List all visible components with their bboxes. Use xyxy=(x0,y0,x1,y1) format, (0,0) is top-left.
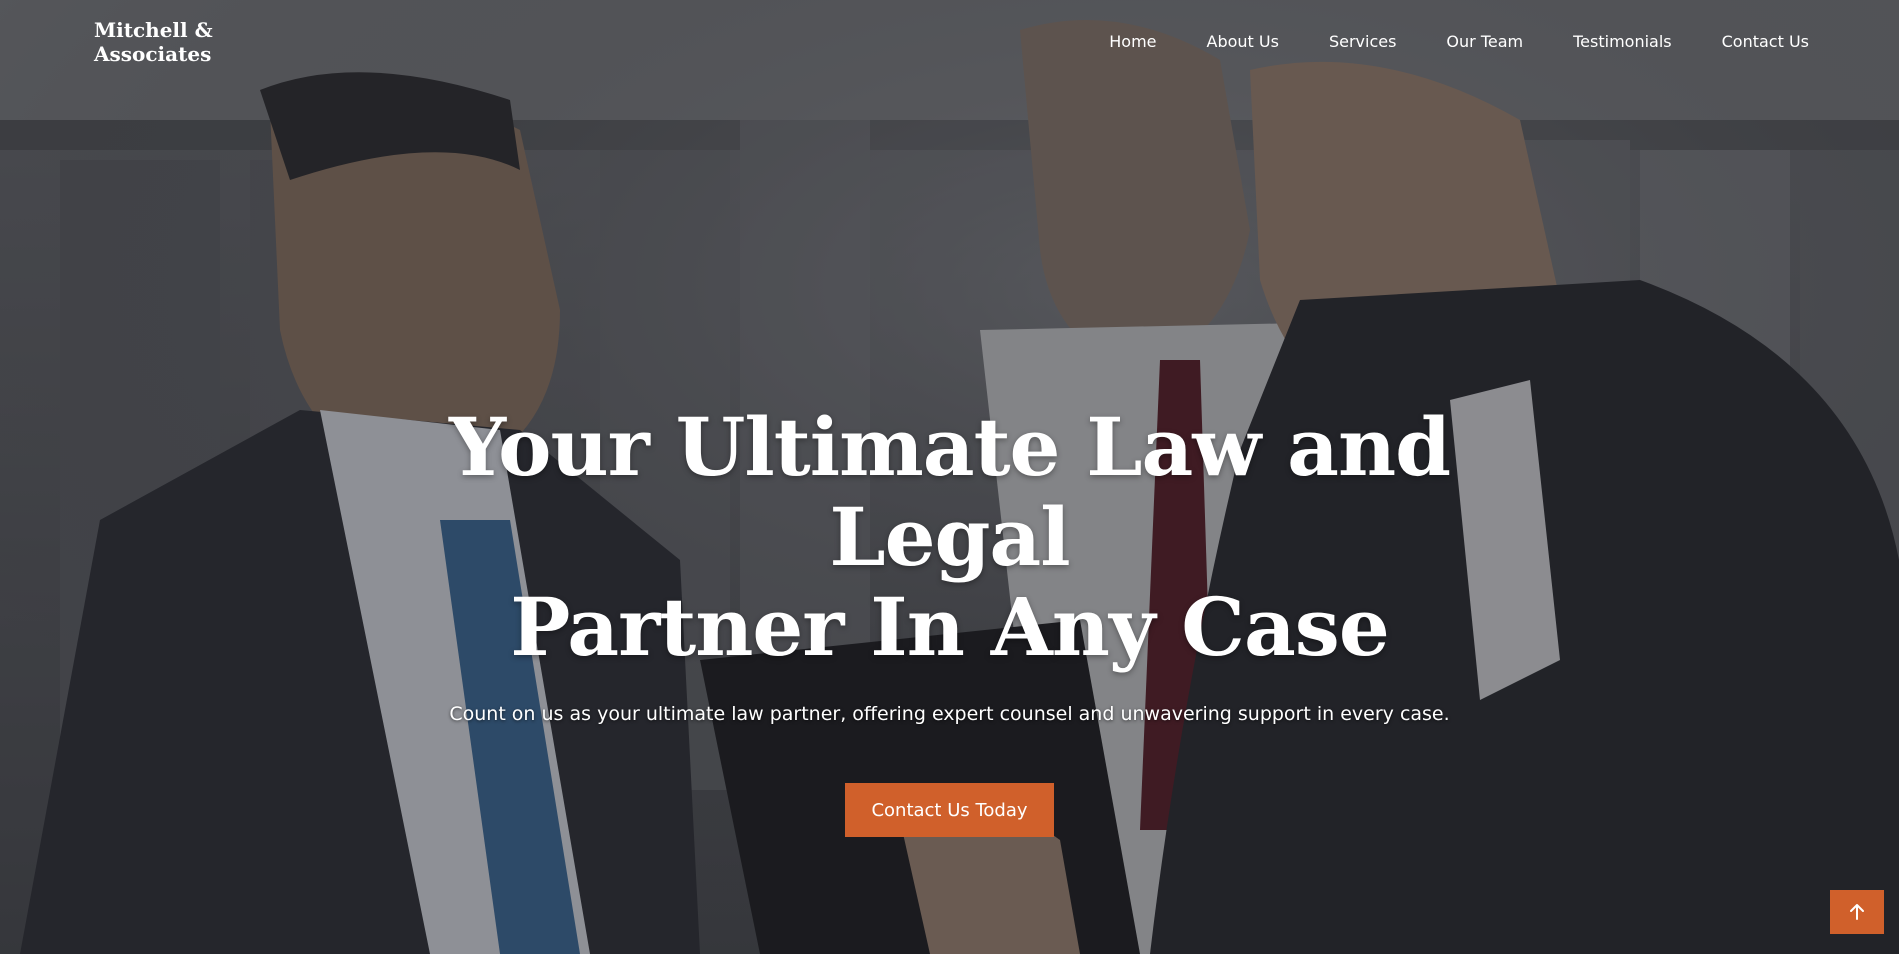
nav-item-services[interactable]: Services xyxy=(1329,30,1396,54)
contact-us-today-button[interactable]: Contact Us Today xyxy=(845,783,1054,837)
site-logo[interactable]: Mitchell & Associates xyxy=(94,18,234,66)
site-header: Mitchell & Associates Home About Us Serv… xyxy=(0,0,1899,85)
nav-item-testimonials[interactable]: Testimonials xyxy=(1573,30,1672,54)
nav-item-our-team[interactable]: Our Team xyxy=(1446,30,1523,54)
hero-subtitle: Count on us as your ultimate law partner… xyxy=(449,703,1450,725)
hero-headline-line2: Partner In Any Case xyxy=(510,580,1389,674)
main-nav: Home About Us Services Our Team Testimon… xyxy=(1059,30,1809,54)
hero-content: Your Ultimate Law and Legal Partner In A… xyxy=(0,402,1899,837)
hero-section: Mitchell & Associates Home About Us Serv… xyxy=(0,0,1899,954)
nav-item-home[interactable]: Home xyxy=(1109,30,1156,54)
hero-headline-line1: Your Ultimate Law and Legal xyxy=(448,400,1451,584)
hero-headline: Your Ultimate Law and Legal Partner In A… xyxy=(375,402,1525,672)
nav-item-contact-us[interactable]: Contact Us xyxy=(1722,30,1809,54)
nav-item-about-us[interactable]: About Us xyxy=(1207,30,1279,54)
back-to-top-button[interactable] xyxy=(1830,890,1884,934)
arrow-up-icon xyxy=(1850,904,1864,920)
